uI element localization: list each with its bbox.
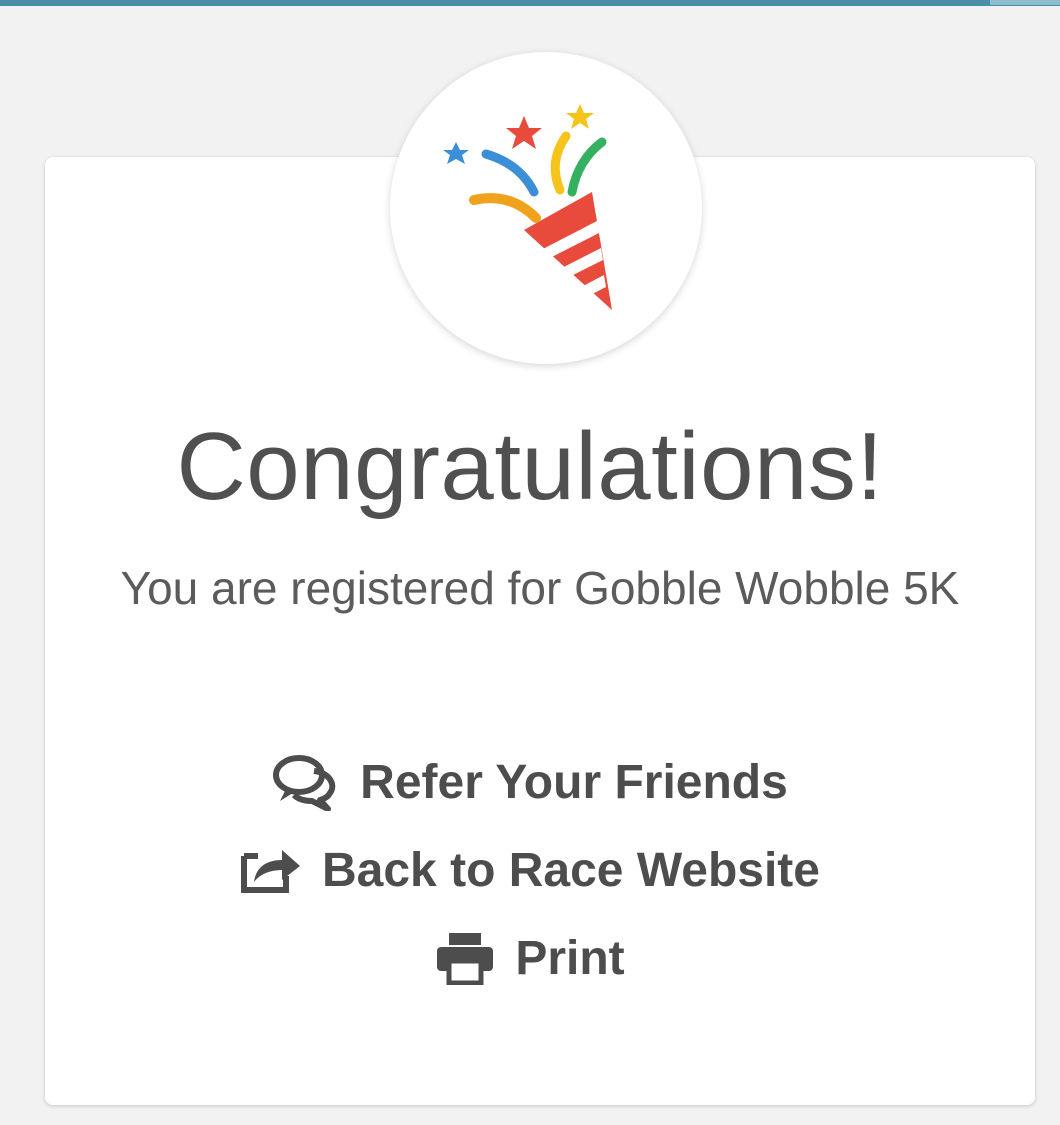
top-accent-bar (0, 0, 1060, 6)
share-square-icon (240, 846, 302, 894)
back-to-race-website-label: Back to Race Website (322, 843, 820, 897)
back-to-race-website-link[interactable]: Back to Race Website (0, 840, 1060, 900)
celebration-badge (390, 52, 702, 364)
comments-icon (272, 753, 340, 812)
top-accent-bar-tail (990, 0, 1060, 5)
print-link[interactable]: Print (0, 928, 1060, 988)
registration-message: You are registered for Gobble Wobble 5K (120, 562, 960, 614)
refer-friends-label: Refer Your Friends (360, 755, 788, 809)
refer-friends-link[interactable]: Refer Your Friends (0, 752, 1060, 812)
print-icon (435, 931, 495, 986)
print-label: Print (515, 931, 625, 985)
page-title: Congratulations! (176, 413, 884, 520)
party-popper-icon (443, 104, 612, 310)
